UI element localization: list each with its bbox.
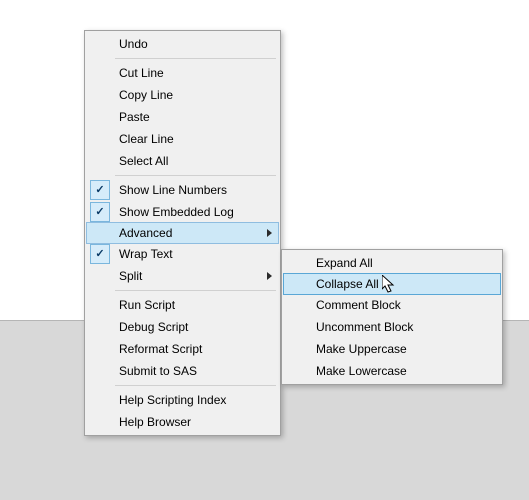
menu-item-help-browser[interactable]: Help Browser: [87, 411, 278, 433]
menu-item-label: Copy Line: [113, 88, 260, 102]
checkmark-icon: ✓: [90, 202, 110, 222]
context-menu-advanced: Expand All Collapse All Comment Block Un…: [281, 249, 503, 385]
menu-item-comment-block[interactable]: Comment Block: [284, 294, 500, 316]
checkmark-icon: ✓: [90, 244, 110, 264]
menu-item-label: Show Line Numbers: [113, 183, 260, 197]
menu-item-show-embedded-log[interactable]: ✓ Show Embedded Log: [87, 201, 278, 223]
menu-item-label: Undo: [113, 37, 260, 51]
menu-separator: [115, 175, 276, 176]
menu-item-label: Comment Block: [310, 298, 482, 312]
menu-item-paste[interactable]: Paste: [87, 106, 278, 128]
menu-item-label: Run Script: [113, 298, 260, 312]
menu-item-label: Show Embedded Log: [113, 205, 260, 219]
menu-separator: [115, 58, 276, 59]
menu-item-show-line-numbers[interactable]: ✓ Show Line Numbers: [87, 179, 278, 201]
menu-item-label: Split: [113, 269, 260, 283]
menu-item-clear-line[interactable]: Clear Line: [87, 128, 278, 150]
menu-item-label: Paste: [113, 110, 260, 124]
menu-item-help-scripting-index[interactable]: Help Scripting Index: [87, 389, 278, 411]
menu-item-advanced[interactable]: Advanced: [86, 222, 279, 244]
menu-item-label: Wrap Text: [113, 247, 260, 261]
context-menu-main: Undo Cut Line Copy Line Paste Clear Line…: [84, 30, 281, 436]
menu-item-label: Uncomment Block: [310, 320, 482, 334]
menu-item-label: Make Uppercase: [310, 342, 482, 356]
menu-item-uncomment-block[interactable]: Uncomment Block: [284, 316, 500, 338]
menu-item-label: Clear Line: [113, 132, 260, 146]
menu-separator: [115, 385, 276, 386]
menu-item-make-uppercase[interactable]: Make Uppercase: [284, 338, 500, 360]
submenu-arrow-icon: [267, 229, 272, 237]
menu-item-reformat-script[interactable]: Reformat Script: [87, 338, 278, 360]
menu-item-collapse-all[interactable]: Collapse All: [283, 273, 501, 295]
menu-item-label: Help Scripting Index: [113, 393, 260, 407]
menu-item-submit-to-sas[interactable]: Submit to SAS: [87, 360, 278, 382]
menu-item-make-lowercase[interactable]: Make Lowercase: [284, 360, 500, 382]
menu-item-split[interactable]: Split: [87, 265, 278, 287]
menu-item-copy-line[interactable]: Copy Line: [87, 84, 278, 106]
menu-item-cut-line[interactable]: Cut Line: [87, 62, 278, 84]
menu-item-expand-all[interactable]: Expand All: [284, 252, 500, 274]
menu-item-label: Reformat Script: [113, 342, 260, 356]
menu-item-debug-script[interactable]: Debug Script: [87, 316, 278, 338]
menu-item-label: Select All: [113, 154, 260, 168]
menu-item-label: Expand All: [310, 256, 482, 270]
menu-item-select-all[interactable]: Select All: [87, 150, 278, 172]
menu-item-run-script[interactable]: Run Script: [87, 294, 278, 316]
menu-item-label: Make Lowercase: [310, 364, 482, 378]
menu-item-label: Submit to SAS: [113, 364, 260, 378]
menu-item-undo[interactable]: Undo: [87, 33, 278, 55]
checkmark-icon: ✓: [90, 180, 110, 200]
menu-item-label: Debug Script: [113, 320, 260, 334]
menu-separator: [115, 290, 276, 291]
menu-item-label: Advanced: [113, 226, 260, 240]
menu-item-label: Cut Line: [113, 66, 260, 80]
menu-item-label: Collapse All: [310, 277, 482, 291]
submenu-arrow-icon: [267, 272, 272, 280]
menu-item-label: Help Browser: [113, 415, 260, 429]
menu-item-wrap-text[interactable]: ✓ Wrap Text: [87, 243, 278, 265]
